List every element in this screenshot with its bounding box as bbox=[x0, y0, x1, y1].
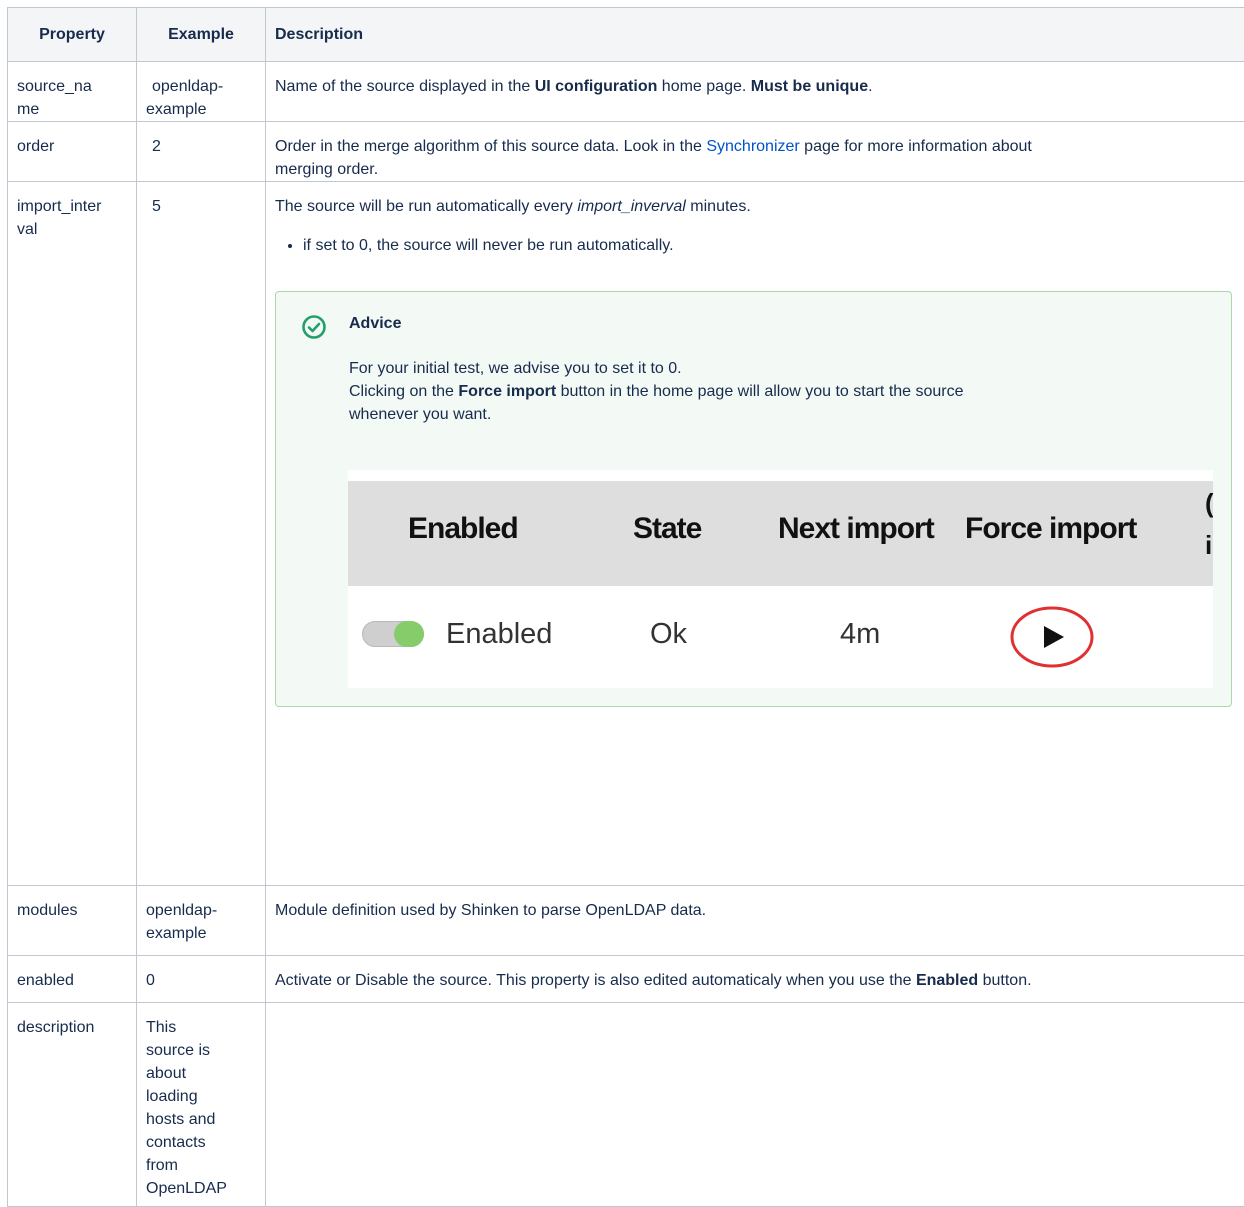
table-row: description This source is about loading… bbox=[8, 1003, 1244, 1207]
synchronizer-link[interactable]: Synchronizer bbox=[706, 138, 799, 155]
screenshot-header-force-import: Force import bbox=[965, 517, 1136, 540]
table-row: modules openldap-example Module definiti… bbox=[8, 886, 1244, 956]
list-item: if set to 0, the source will never be ru… bbox=[303, 234, 1244, 257]
header-example: Example bbox=[137, 8, 266, 62]
screenshot-value-enabled: Enabled bbox=[446, 623, 552, 646]
header-property: Property bbox=[8, 8, 137, 62]
screenshot-value-state: Ok bbox=[650, 623, 687, 646]
example-cell: 0 bbox=[137, 956, 266, 1003]
header-row: Property Example Description bbox=[8, 8, 1244, 62]
property-cell: enabled bbox=[8, 956, 137, 1003]
example-cell: openldap-example bbox=[137, 62, 266, 122]
description-cell: Activate or Disable the source. This pro… bbox=[266, 956, 1244, 1003]
force-import-screenshot: Enabled State Next import Force import (… bbox=[348, 470, 1213, 688]
screenshot-header-enabled: Enabled bbox=[408, 517, 518, 540]
properties-table: Property Example Description source_name… bbox=[7, 7, 1244, 1207]
table-row: order 2 Order in the merge algorithm of … bbox=[8, 122, 1244, 182]
screenshot-header-next-import: Next import bbox=[778, 517, 934, 540]
property-cell: order bbox=[8, 122, 137, 182]
screenshot-header-state: State bbox=[633, 517, 701, 540]
description-cell: Order in the merge algorithm of this sou… bbox=[266, 122, 1244, 182]
advice-body: For your initial test, we advise you to … bbox=[349, 357, 1149, 426]
example-cell: This source is about loading hosts and c… bbox=[137, 1003, 266, 1207]
description-cell: Name of the source displayed in the UI c… bbox=[266, 62, 1244, 122]
screenshot-cut-text: ( bbox=[1205, 492, 1213, 515]
property-cell: import_interval bbox=[8, 182, 137, 886]
check-circle-icon bbox=[301, 314, 327, 340]
description-cell: Module definition used by Shinken to par… bbox=[266, 886, 1244, 956]
toggle-knob bbox=[394, 621, 424, 647]
bullet-list: if set to 0, the source will never be ru… bbox=[275, 234, 1244, 257]
property-cell: modules bbox=[8, 886, 137, 956]
advice-panel: Advice For your initial test, we advise … bbox=[275, 291, 1232, 707]
description-cell bbox=[266, 1003, 1244, 1207]
property-cell: description bbox=[8, 1003, 137, 1207]
advice-title: Advice bbox=[349, 312, 401, 335]
screenshot-cut-text: i bbox=[1205, 534, 1212, 557]
enabled-toggle bbox=[362, 621, 424, 647]
example-cell: 5 bbox=[137, 182, 266, 886]
table-row: enabled 0 Activate or Disable the source… bbox=[8, 956, 1244, 1003]
description-cell: The source will be run automatically eve… bbox=[266, 182, 1244, 886]
header-description: Description bbox=[266, 8, 1244, 62]
table-row: source_name openldap-example Name of the… bbox=[8, 62, 1244, 122]
property-cell: source_name bbox=[8, 62, 137, 122]
example-cell: 2 bbox=[137, 122, 266, 182]
table-row: import_interval 5 The source will be run… bbox=[8, 182, 1244, 886]
example-cell: openldap-example bbox=[137, 886, 266, 956]
screenshot-value-next-import: 4m bbox=[840, 623, 880, 646]
play-icon bbox=[1010, 606, 1094, 668]
